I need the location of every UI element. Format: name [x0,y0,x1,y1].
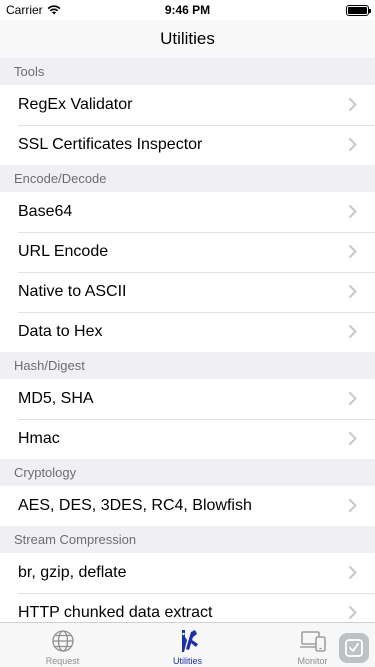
tab-utilities[interactable]: Utilities [125,623,250,667]
tab-request-label: Request [45,656,80,666]
list-item-label: HTTP chunked data extract [18,604,213,621]
chevron-right-icon [349,138,357,156]
tab-utilities-label: Utilities [172,656,202,666]
chevron-right-icon [349,205,357,223]
chevron-right-icon [349,606,357,622]
list-item[interactable]: HTTP chunked data extract [0,593,375,622]
tab-request[interactable]: Request [0,623,125,667]
list-item[interactable]: Hmac [0,419,375,459]
chevron-right-icon [349,245,357,263]
list-item-label: Hmac [18,430,60,447]
devices-icon [299,628,327,654]
globe-icon [51,628,75,654]
checkmark-badge-icon [339,633,369,663]
section-header: Tools [0,58,375,85]
battery-icon [346,5,371,16]
page-title: Utilities [160,29,215,48]
list-item-label: AES, DES, 3DES, RC4, Blowfish [18,497,252,514]
chevron-right-icon [349,325,357,343]
list-item[interactable]: AES, DES, 3DES, RC4, Blowfish [0,486,375,526]
list-item[interactable]: br, gzip, deflate [0,553,375,593]
list-item[interactable]: Base64 [0,192,375,232]
section-header: Encode/Decode [0,165,375,192]
list-item[interactable]: URL Encode [0,232,375,272]
section-header: Cryptology [0,459,375,486]
chevron-right-icon [349,98,357,116]
list-item-label: Data to Hex [18,323,103,340]
list-item[interactable]: MD5, SHA [0,379,375,419]
tab-monitor-label: Monitor [297,656,328,666]
chevron-right-icon [349,285,357,303]
list-item-label: SSL Certificates Inspector [18,136,203,153]
chevron-right-icon [349,566,357,584]
list-item-label: Base64 [18,203,73,220]
chevron-right-icon [349,392,357,410]
status-bar: Carrier 9:46 PM [0,0,375,20]
list-item-label: MD5, SHA [18,390,94,407]
list-item-label: URL Encode [18,243,109,260]
list-item-label: Native to ASCII [18,283,127,300]
tab-bar: Request Utilities Monitor [0,622,375,667]
section-header: Stream Compression [0,526,375,553]
list-item[interactable]: Data to Hex [0,312,375,352]
chevron-right-icon [349,499,357,517]
list-item[interactable]: RegEx Validator [0,85,375,125]
status-time: 9:46 PM [164,3,211,17]
list-item-label: RegEx Validator [18,96,133,113]
list-item[interactable]: Native to ASCII [0,272,375,312]
list-item-label: br, gzip, deflate [18,564,127,581]
section-header: Hash/Digest [0,352,375,379]
navigation-bar: Utilities [0,20,375,58]
list-item[interactable]: SSL Certificates Inspector [0,125,375,165]
utilities-list[interactable]: Tools RegEx Validator SSL Certificates Ins… [0,58,375,622]
chevron-right-icon [349,432,357,450]
tools-icon [176,628,200,654]
